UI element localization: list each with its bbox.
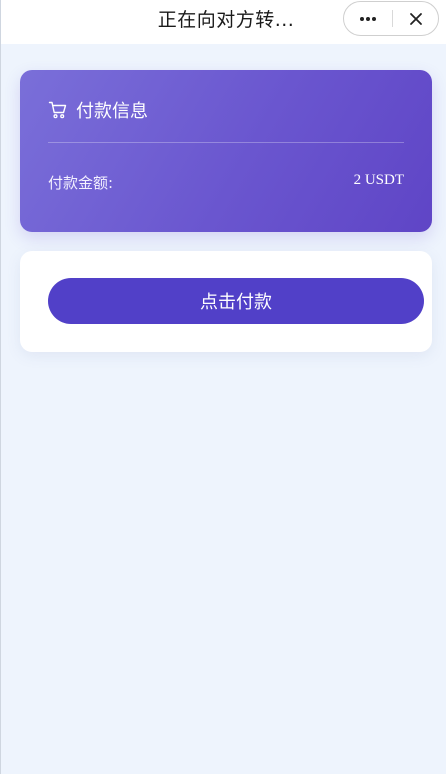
mini-program-capsule [343,1,439,36]
more-button[interactable] [344,2,392,35]
amount-value: 2 USDT [353,172,404,188]
amount-label: 付款金额: [48,174,114,192]
pay-button[interactable]: 点击付款 [48,278,424,324]
payment-info-header: 付款信息 [48,96,148,124]
close-button[interactable] [393,2,439,35]
top-bar: 正在向对方转... [1,0,446,44]
shopping-cart-icon [48,100,68,120]
action-card: 点击付款 [20,251,432,352]
payment-info-title: 付款信息 [76,101,148,122]
more-dots-icon [360,16,376,21]
page-title: 正在向对方转... [157,9,295,31]
card-divider [48,142,404,143]
close-icon [410,12,422,25]
payment-info-card: 付款信息 付款金额: 2 USDT [20,70,432,232]
